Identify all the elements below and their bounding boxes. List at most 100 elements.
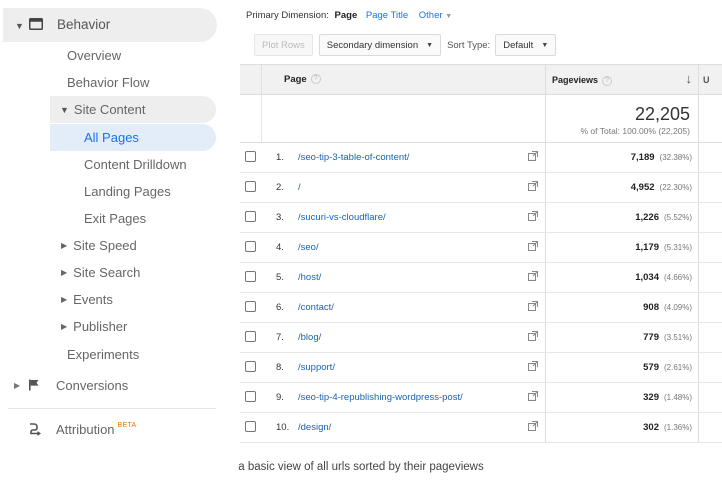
sidebar-item-behavior-flow[interactable]: Behavior Flow bbox=[0, 69, 222, 96]
sidebar-item-site-speed[interactable]: ▶ Site Speed bbox=[0, 232, 222, 259]
pageviews-cell: 908 (4.09%) bbox=[545, 293, 699, 322]
sidebar-behavior-label: Behavior bbox=[57, 17, 111, 32]
pageviews-percent: (4.66%) bbox=[663, 273, 692, 282]
sidebar-item-events[interactable]: ▶ Events bbox=[0, 286, 222, 313]
row-checkbox[interactable] bbox=[245, 211, 256, 222]
page-url-link[interactable]: /blog/ bbox=[298, 332, 321, 343]
column-header-page[interactable]: Page? bbox=[284, 74, 321, 85]
table-row: 8. /support/579 (2.61%) bbox=[240, 353, 722, 383]
table-row: 2. / 4,952 (22.30%) bbox=[240, 173, 722, 203]
row-checkbox[interactable] bbox=[245, 361, 256, 372]
page-url-link[interactable]: /seo-tip-3-table-of-content/ bbox=[298, 152, 409, 163]
sidebar-item-content-drilldown[interactable]: Content Drilldown bbox=[0, 151, 222, 178]
sidebar-section-attribution[interactable]: Attribution BETA bbox=[0, 414, 222, 444]
pageviews-value: 7,189 bbox=[630, 152, 655, 163]
row-checkbox[interactable] bbox=[245, 421, 256, 432]
caret-right-icon: ▶ bbox=[61, 295, 68, 304]
window-icon bbox=[29, 18, 43, 30]
row-checkbox[interactable] bbox=[245, 271, 256, 282]
column-header-page-text: Page bbox=[284, 74, 307, 85]
row-number: 3. bbox=[276, 212, 284, 223]
page-url-link[interactable]: /host/ bbox=[298, 272, 321, 283]
pageviews-percent: (1.36%) bbox=[663, 423, 692, 432]
page-url-link[interactable]: / bbox=[298, 182, 301, 193]
help-icon[interactable]: ? bbox=[602, 75, 613, 86]
page-url-link[interactable]: /seo/ bbox=[298, 242, 319, 253]
row-checkbox[interactable] bbox=[245, 331, 256, 342]
plot-rows-button[interactable]: Plot Rows bbox=[254, 34, 313, 56]
dimension-link-other[interactable]: Other ▼ bbox=[419, 10, 452, 21]
page-url-link[interactable]: /contact/ bbox=[298, 302, 334, 313]
row-number: 2. bbox=[276, 182, 284, 193]
page-url-link[interactable]: /seo-tip-4-republishing-wordpress-post/ bbox=[298, 392, 463, 403]
pageviews-cell: 579 (2.61%) bbox=[545, 353, 699, 382]
other-link-text: Other bbox=[418, 10, 443, 21]
sidebar-item-label: Site Content bbox=[73, 102, 146, 117]
sidebar-item-all-pages[interactable]: All Pages bbox=[50, 124, 216, 151]
open-in-new-icon[interactable] bbox=[528, 211, 538, 221]
page-url-link[interactable]: /design/ bbox=[298, 422, 331, 433]
sidebar-item-publisher[interactable]: ▶ Publisher bbox=[0, 313, 222, 340]
row-checkbox[interactable] bbox=[245, 181, 256, 192]
sidebar-section-behavior[interactable]: ▼ Behavior bbox=[3, 8, 217, 42]
total-pageviews-percent: % of Total: 100.00% (22,205) bbox=[580, 126, 690, 136]
pageviews-percent: (4.09%) bbox=[663, 303, 692, 312]
open-in-new-icon[interactable] bbox=[528, 151, 538, 161]
secondary-dimension-dropdown[interactable]: Secondary dimension ▼ bbox=[318, 34, 442, 56]
sidebar-item-site-content[interactable]: ▼ Site Content bbox=[50, 96, 216, 123]
open-in-new-icon[interactable] bbox=[528, 331, 538, 341]
sidebar-item-exit-pages[interactable]: Exit Pages bbox=[0, 205, 222, 232]
sidebar-item-label: Landing Pages bbox=[84, 184, 171, 199]
table-row: 9. /seo-tip-4-republishing-wordpress-post… bbox=[240, 383, 722, 413]
sidebar-item-label: Events bbox=[73, 292, 113, 307]
row-checkbox[interactable] bbox=[245, 151, 256, 162]
dimension-link-page-title[interactable]: Page Title bbox=[366, 10, 408, 21]
page-url-link[interactable]: /support/ bbox=[298, 362, 335, 373]
sidebar-item-site-search[interactable]: ▶ Site Search bbox=[0, 259, 222, 286]
open-in-new-icon[interactable] bbox=[528, 391, 538, 401]
sidebar-section-conversions[interactable]: ▶ Conversions bbox=[0, 370, 222, 400]
caret-down-icon: ▼ bbox=[15, 21, 24, 31]
pageviews-value: 1,034 bbox=[635, 272, 659, 283]
sidebar-item-overview[interactable]: Overview bbox=[0, 42, 222, 69]
open-in-new-icon[interactable] bbox=[528, 271, 538, 281]
column-header-pageviews-label: Pageviews? bbox=[552, 75, 613, 86]
row-number: 1. bbox=[276, 152, 284, 163]
row-checkbox[interactable] bbox=[245, 301, 256, 312]
pageviews-percent: (22.30%) bbox=[659, 183, 692, 192]
column-header-next[interactable]: U bbox=[703, 75, 710, 85]
row-number: 7. bbox=[276, 332, 284, 343]
dropdown-arrow-icon: ▼ bbox=[426, 41, 434, 49]
caret-down-icon: ▼ bbox=[60, 104, 69, 115]
dropdown-arrow-icon: ▼ bbox=[541, 41, 549, 49]
pageviews-value: 908 bbox=[643, 302, 659, 313]
row-number: 6. bbox=[276, 302, 284, 313]
open-in-new-icon[interactable] bbox=[528, 181, 538, 191]
row-checkbox[interactable] bbox=[245, 391, 256, 402]
sidebar-item-label: Content Drilldown bbox=[84, 157, 187, 172]
primary-dimension-bar: Primary Dimension: Page Page Title Other… bbox=[246, 10, 460, 21]
column-header-pageviews[interactable]: Pageviews? ↓ bbox=[545, 65, 699, 94]
open-in-new-icon[interactable] bbox=[528, 421, 538, 431]
page-url-link[interactable]: /sucuri-vs-cloudflare/ bbox=[298, 212, 386, 223]
row-checkbox[interactable] bbox=[245, 241, 256, 252]
totals-row: 22,205 % of Total: 100.00% (22,205) bbox=[240, 95, 722, 143]
pageviews-value: 302 bbox=[643, 422, 659, 433]
sidebar-item-experiments[interactable]: Experiments bbox=[0, 341, 222, 368]
open-in-new-icon[interactable] bbox=[528, 301, 538, 311]
secondary-dimension-label: Secondary dimension bbox=[326, 39, 419, 51]
sort-type-dropdown[interactable]: Default ▼ bbox=[495, 34, 557, 56]
sidebar-attribution-label: Attribution BETA bbox=[56, 422, 137, 437]
open-in-new-icon[interactable] bbox=[528, 241, 538, 251]
open-in-new-icon[interactable] bbox=[528, 361, 538, 371]
pageviews-percent: (32.38%) bbox=[659, 153, 692, 162]
primary-dimension-selected[interactable]: Page bbox=[335, 10, 358, 21]
report-main: Primary Dimension: Page Page Title Other… bbox=[240, 0, 722, 450]
caret-right-icon: ▶ bbox=[61, 268, 68, 277]
totals-pageviews: 22,205 % of Total: 100.00% (22,205) bbox=[545, 95, 699, 142]
path-icon bbox=[30, 423, 41, 436]
primary-dimension-label: Primary Dimension: bbox=[246, 10, 329, 21]
sidebar-item-landing-pages[interactable]: Landing Pages bbox=[0, 178, 222, 205]
row-number: 9. bbox=[276, 392, 284, 403]
help-icon[interactable]: ? bbox=[310, 74, 321, 85]
